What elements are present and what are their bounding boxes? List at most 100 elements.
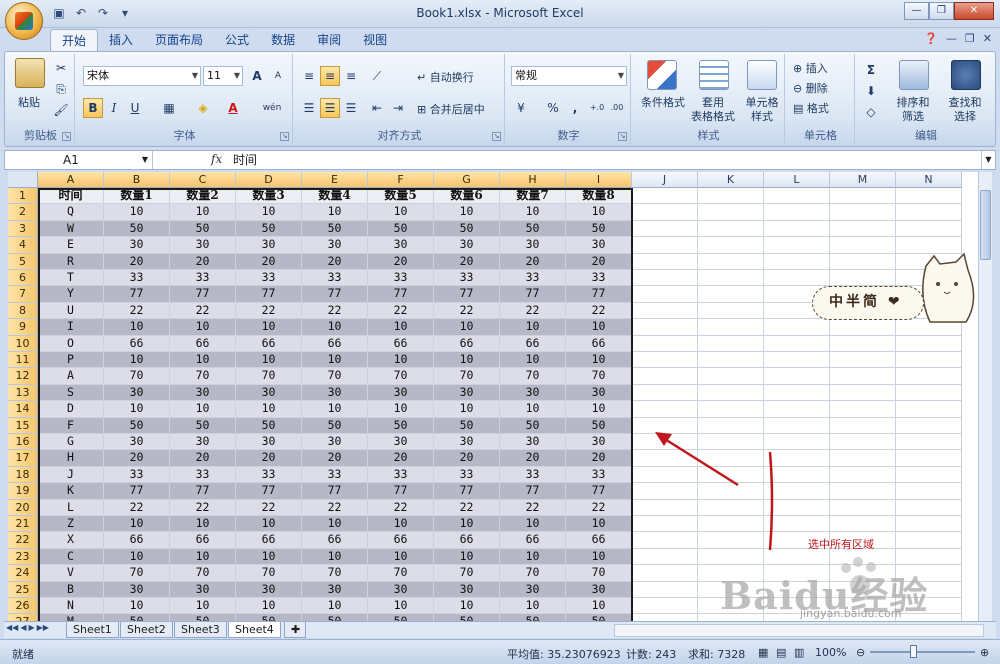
table-cell[interactable]: 10 <box>236 352 302 369</box>
table-cell[interactable]: 33 <box>170 466 236 484</box>
align-center-icon[interactable]: ☰ <box>320 98 340 118</box>
table-cell[interactable]: 22 <box>500 499 566 516</box>
row-header[interactable]: 26 <box>8 598 38 615</box>
table-cell[interactable]: 70 <box>104 368 170 385</box>
table-cell[interactable]: 30 <box>236 384 302 402</box>
zoom-out-icon[interactable]: ⊖ <box>856 646 865 659</box>
empty-cell[interactable] <box>764 434 830 451</box>
empty-cell[interactable] <box>830 483 896 500</box>
tab-review[interactable]: 审阅 <box>306 29 352 51</box>
table-cell[interactable]: 50 <box>566 614 632 621</box>
table-cell[interactable]: 33 <box>104 466 170 484</box>
empty-cell[interactable] <box>698 352 764 369</box>
table-cell[interactable]: 10 <box>566 516 632 533</box>
empty-cell[interactable] <box>830 204 896 221</box>
empty-cell[interactable] <box>632 270 698 287</box>
empty-cell[interactable] <box>830 237 896 254</box>
table-cell[interactable]: 10 <box>236 516 302 533</box>
empty-cell[interactable] <box>830 253 896 270</box>
column-header[interactable]: N <box>896 172 962 188</box>
table-cell[interactable]: E <box>38 237 104 254</box>
table-cell[interactable]: 20 <box>566 450 632 467</box>
table-cell[interactable]: 22 <box>170 302 236 320</box>
table-cell[interactable]: 22 <box>566 302 632 320</box>
decrease-decimal-icon[interactable]: .00 <box>607 98 627 118</box>
table-cell[interactable]: S <box>38 384 104 402</box>
table-cell[interactable]: 66 <box>434 335 500 352</box>
empty-cell[interactable] <box>896 499 962 516</box>
table-cell[interactable]: 30 <box>500 581 566 598</box>
table-cell[interactable]: 50 <box>368 417 434 434</box>
table-cell[interactable]: 33 <box>302 466 368 484</box>
empty-cell[interactable] <box>896 384 962 402</box>
find-select-icon[interactable] <box>951 60 981 90</box>
table-cell[interactable]: 10 <box>434 319 500 336</box>
empty-cell[interactable] <box>632 286 698 303</box>
row-header[interactable]: 5 <box>8 253 38 270</box>
empty-cell[interactable] <box>764 188 830 205</box>
empty-cell[interactable] <box>764 237 830 254</box>
tab-view[interactable]: 视图 <box>352 29 398 51</box>
table-cell[interactable]: 20 <box>368 450 434 467</box>
table-cell[interactable]: 77 <box>302 286 368 303</box>
empty-cell[interactable] <box>632 499 698 516</box>
empty-cell[interactable] <box>764 352 830 369</box>
table-cell[interactable]: T <box>38 270 104 287</box>
header-cell[interactable]: 时间 <box>38 188 104 205</box>
table-cell[interactable]: 50 <box>434 220 500 238</box>
header-cell[interactable]: 数量1 <box>104 188 170 205</box>
table-cell[interactable]: 33 <box>434 270 500 287</box>
table-cell[interactable]: 10 <box>500 352 566 369</box>
row-header[interactable]: 21 <box>8 516 38 533</box>
empty-cell[interactable] <box>764 499 830 516</box>
table-cell[interactable]: 10 <box>104 516 170 533</box>
table-cell[interactable]: 33 <box>500 466 566 484</box>
worksheet-grid[interactable]: A B C D E F G H I J K L M N 1 时间 数量1 数量2 数量3 数量4 数量5 数量6 数量7 数量… <box>8 172 978 621</box>
delete-cells-button[interactable]: ⊖ 删除 <box>793 80 853 96</box>
empty-cell[interactable] <box>830 335 896 352</box>
insert-cells-button[interactable]: ⊕ 插入 <box>793 60 853 76</box>
empty-cell[interactable] <box>764 516 830 533</box>
table-cell[interactable]: W <box>38 220 104 238</box>
borders-icon[interactable]: ▦ <box>159 98 179 118</box>
empty-cell[interactable] <box>896 253 962 270</box>
row-header[interactable]: 23 <box>8 548 38 566</box>
table-cell[interactable]: 66 <box>368 532 434 549</box>
expand-formula-bar-icon[interactable]: ▼ <box>981 151 995 169</box>
table-cell[interactable]: L <box>38 499 104 516</box>
table-cell[interactable]: 10 <box>302 598 368 615</box>
empty-cell[interactable] <box>896 204 962 221</box>
comma-button[interactable]: , <box>565 98 585 118</box>
table-cell[interactable]: 30 <box>104 434 170 451</box>
column-header[interactable]: I <box>566 172 632 188</box>
table-cell[interactable]: 77 <box>500 483 566 500</box>
table-cell[interactable]: 10 <box>302 204 368 221</box>
table-cell[interactable]: D <box>38 401 104 418</box>
table-cell[interactable]: 10 <box>236 401 302 418</box>
table-cell[interactable]: 10 <box>302 548 368 566</box>
ribbon-restore-icon[interactable]: ❐ <box>965 32 975 45</box>
empty-cell[interactable] <box>830 450 896 467</box>
empty-cell[interactable] <box>896 352 962 369</box>
empty-cell[interactable] <box>764 220 830 238</box>
table-cell[interactable]: 77 <box>236 286 302 303</box>
cell-styles-label-2[interactable]: 样式 <box>737 108 787 124</box>
empty-cell[interactable] <box>830 270 896 287</box>
row-header[interactable]: 16 <box>8 434 38 451</box>
table-cell[interactable]: 33 <box>566 466 632 484</box>
column-header[interactable]: D <box>236 172 302 188</box>
header-cell[interactable]: 数量4 <box>302 188 368 205</box>
zoom-level[interactable]: 100% <box>815 646 846 659</box>
table-cell[interactable]: 10 <box>500 401 566 418</box>
empty-cell[interactable] <box>698 302 764 320</box>
table-cell[interactable]: 20 <box>104 450 170 467</box>
orientation-icon[interactable]: ⟋ <box>367 66 387 86</box>
row-header[interactable]: 14 <box>8 401 38 418</box>
name-box[interactable]: A1 ▼ <box>5 151 153 169</box>
row-header[interactable]: 6 <box>8 270 38 287</box>
table-cell[interactable]: A <box>38 368 104 385</box>
table-cell[interactable]: 10 <box>566 548 632 566</box>
table-cell[interactable]: 30 <box>170 237 236 254</box>
empty-cell[interactable] <box>896 319 962 336</box>
table-cell[interactable]: 10 <box>236 204 302 221</box>
